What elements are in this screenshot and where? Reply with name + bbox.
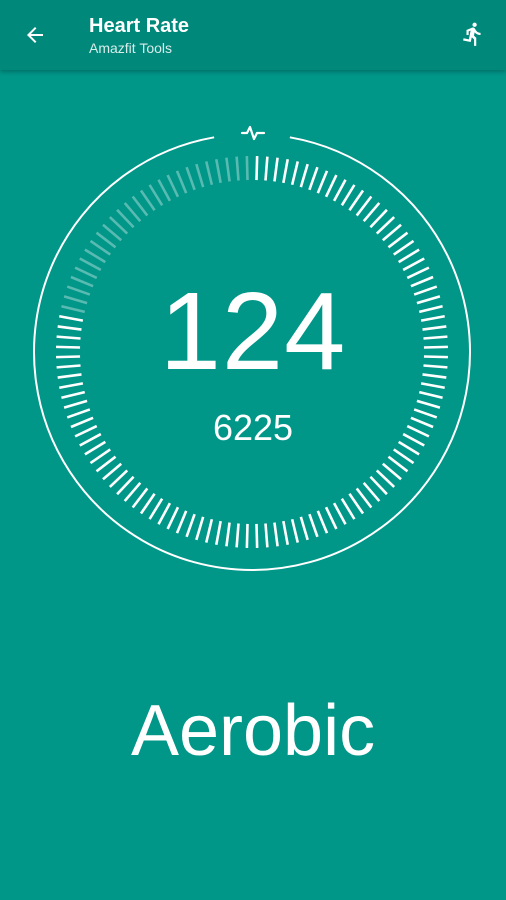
gauge-tick-active	[316, 510, 329, 534]
gauge-tick-active	[316, 170, 329, 194]
gauge-tick-active	[235, 523, 240, 548]
gauge-tick-active	[348, 189, 365, 211]
gauge-tick-active	[61, 390, 86, 400]
gauge-tick-inactive	[175, 170, 188, 194]
gauge-tick-active	[332, 179, 347, 202]
gauge-tick-active	[264, 156, 269, 181]
gauge-tick-active	[348, 493, 365, 515]
gauge-tick-inactive	[235, 156, 240, 181]
arrow-left-icon	[27, 27, 43, 43]
app-toolbar: Heart Rate Amazfit Tools	[0, 0, 506, 70]
gauge-tick-active	[299, 163, 309, 188]
gauge-tick-active	[308, 513, 319, 538]
gauge-tick-active	[299, 516, 309, 541]
gauge-tick-active	[255, 156, 259, 181]
gauge-tick-active	[332, 502, 347, 525]
gauge-tick-inactive	[225, 157, 231, 182]
gauge-tick-active	[416, 399, 441, 409]
gauge-tick-active	[63, 399, 88, 409]
back-button[interactable]	[14, 14, 56, 56]
gauge-tick-active	[324, 506, 338, 530]
secondary-value: 6225	[212, 407, 294, 448]
gauge-tick-inactive	[204, 161, 214, 186]
toolbar-title-block: Heart Rate Amazfit Tools	[89, 13, 189, 57]
gauge-tick-active	[148, 497, 164, 520]
gauge-tick-active	[264, 523, 269, 548]
gauge-tick-active	[282, 159, 289, 184]
gauge-tick-active	[175, 510, 188, 534]
gauge-tick-active	[139, 493, 156, 515]
gauge-tick-inactive	[185, 166, 196, 191]
gauge-tick-active	[355, 487, 373, 509]
gauge-tick-inactive	[89, 239, 111, 256]
gauge-tick-active	[166, 506, 180, 530]
heart-rate-value: 124	[159, 270, 347, 393]
gauge-tick-active	[225, 522, 231, 547]
gauge-tick-active	[157, 502, 172, 525]
page-subtitle: Amazfit Tools	[89, 40, 172, 56]
gauge-tick-inactive	[84, 248, 107, 264]
gauge-tick-active	[282, 520, 289, 545]
gauge-tick-active	[255, 523, 259, 548]
gauge-tick-inactive	[245, 156, 249, 181]
gauge-tick-active	[418, 390, 443, 400]
gauge-tick-active	[393, 448, 415, 465]
gauge-tick-active	[131, 487, 149, 509]
gauge-tick-inactive	[195, 163, 205, 188]
gauge-tick-inactive	[157, 179, 172, 202]
pulse-icon	[240, 125, 266, 141]
activity-button[interactable]	[452, 13, 494, 55]
gauge-tick-inactive	[148, 184, 164, 207]
gauge-tick-active	[95, 455, 117, 473]
gauge-tick-active	[308, 166, 319, 191]
gauge-tick-active	[290, 161, 300, 186]
gauge-tick-active	[245, 523, 249, 548]
gauge-tick-active	[340, 497, 356, 520]
gauge-tick-active	[273, 157, 279, 182]
gauge-tick-active	[340, 184, 356, 207]
gauge-tick-inactive	[79, 257, 102, 272]
gauge-tick-active	[387, 455, 409, 473]
page-title: Heart Rate	[89, 15, 190, 37]
gauge-tick-active	[215, 520, 222, 545]
gauge-tick-active	[393, 239, 415, 256]
gauge-tick-inactive	[95, 231, 117, 249]
gauge-tick-inactive	[131, 195, 149, 217]
gauge-tick-active	[355, 195, 373, 217]
gauge-tick-active	[397, 248, 420, 264]
running-person-icon	[463, 22, 481, 46]
gauge-tick-active	[402, 257, 425, 272]
gauge-tick-active	[273, 522, 279, 547]
gauge-tick-inactive	[139, 189, 156, 211]
gauge-tick-active	[204, 518, 214, 543]
gauge-tick-active	[324, 174, 338, 198]
gauge-tick-active	[290, 518, 300, 543]
gauge-tick-active	[195, 516, 205, 541]
gauge-tick-active	[387, 231, 409, 249]
gauge-tick-inactive	[215, 159, 222, 184]
gauge-tick-active	[185, 513, 196, 538]
gauge-tick-inactive	[166, 174, 180, 198]
heart-rate-zone-label: Aerobic	[130, 691, 376, 771]
gauge-tick-active	[89, 448, 111, 465]
